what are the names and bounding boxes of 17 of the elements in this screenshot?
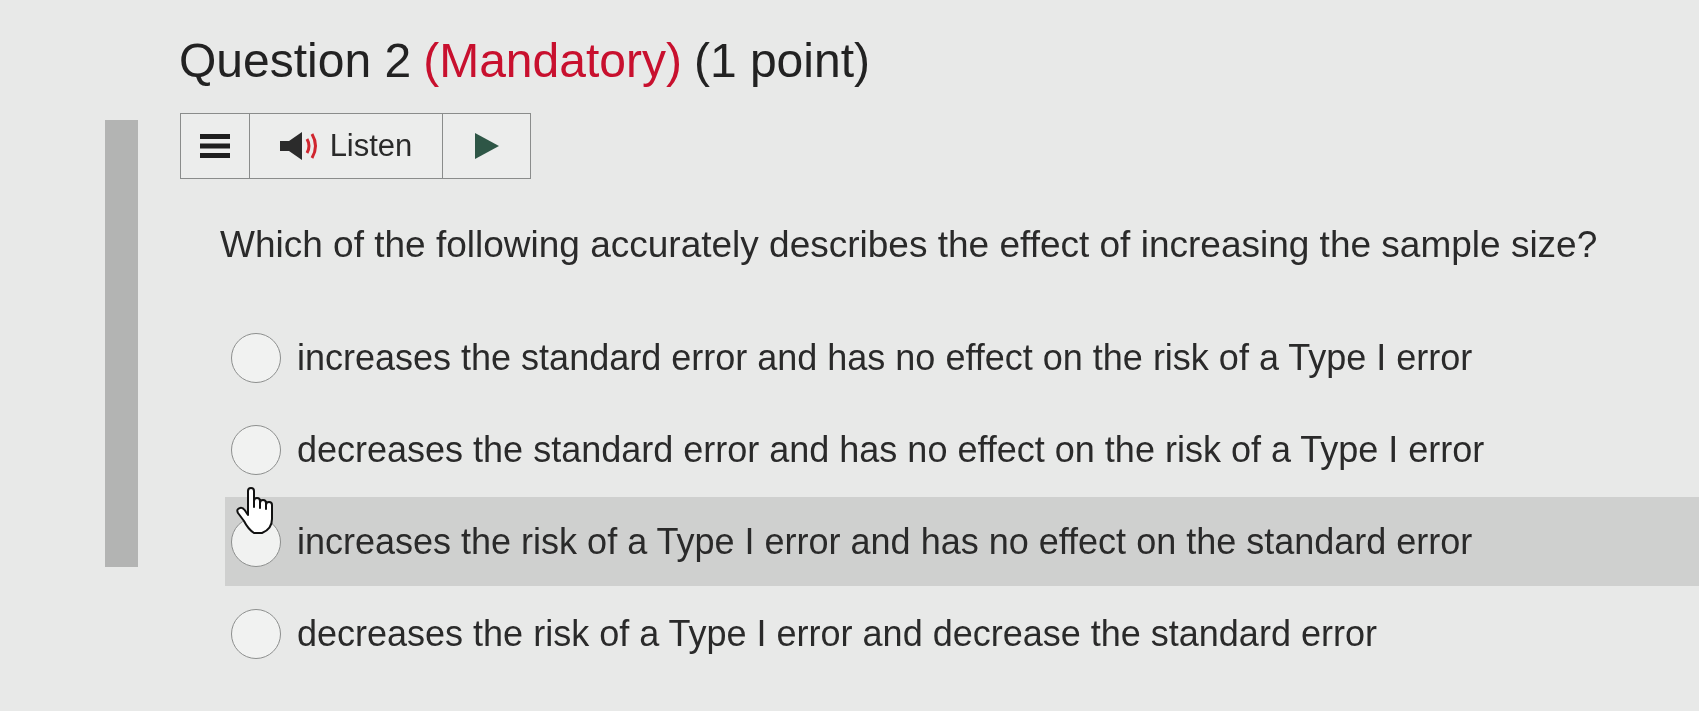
answer-option[interactable]: decreases the risk of a Type I error and decrease the standard error: [225, 589, 1699, 678]
speaker-icon: [279, 131, 320, 161]
option-text: increases the risk of a Type I error and has no effect on the standard error: [297, 519, 1473, 564]
radio-button[interactable]: [231, 424, 281, 475]
play-icon: [474, 133, 499, 159]
points-label: (1 point): [693, 33, 870, 89]
question-title: Question 2: [179, 33, 412, 89]
answer-option[interactable]: increases the standard error and has no effect on the risk of a Type I error: [225, 313, 1699, 402]
radio-button[interactable]: [231, 608, 281, 659]
option-text: decreases the risk of a Type I error and decrease the standard error: [297, 611, 1377, 656]
answer-option[interactable]: decreases the standard error and has no effect on the risk of a Type I error: [225, 405, 1699, 494]
menu-icon: [200, 134, 230, 158]
radio-button[interactable]: [231, 332, 281, 383]
question-text: Which of the following accurately describes the effect of increasing the sample size?: [220, 223, 1599, 267]
option-text: decreases the standard error and has no effect on the risk of a Type I error: [297, 427, 1485, 472]
mandatory-label: (Mandatory): [423, 33, 682, 89]
option-text: increases the standard error and has no effect on the risk of a Type I error: [297, 335, 1473, 380]
